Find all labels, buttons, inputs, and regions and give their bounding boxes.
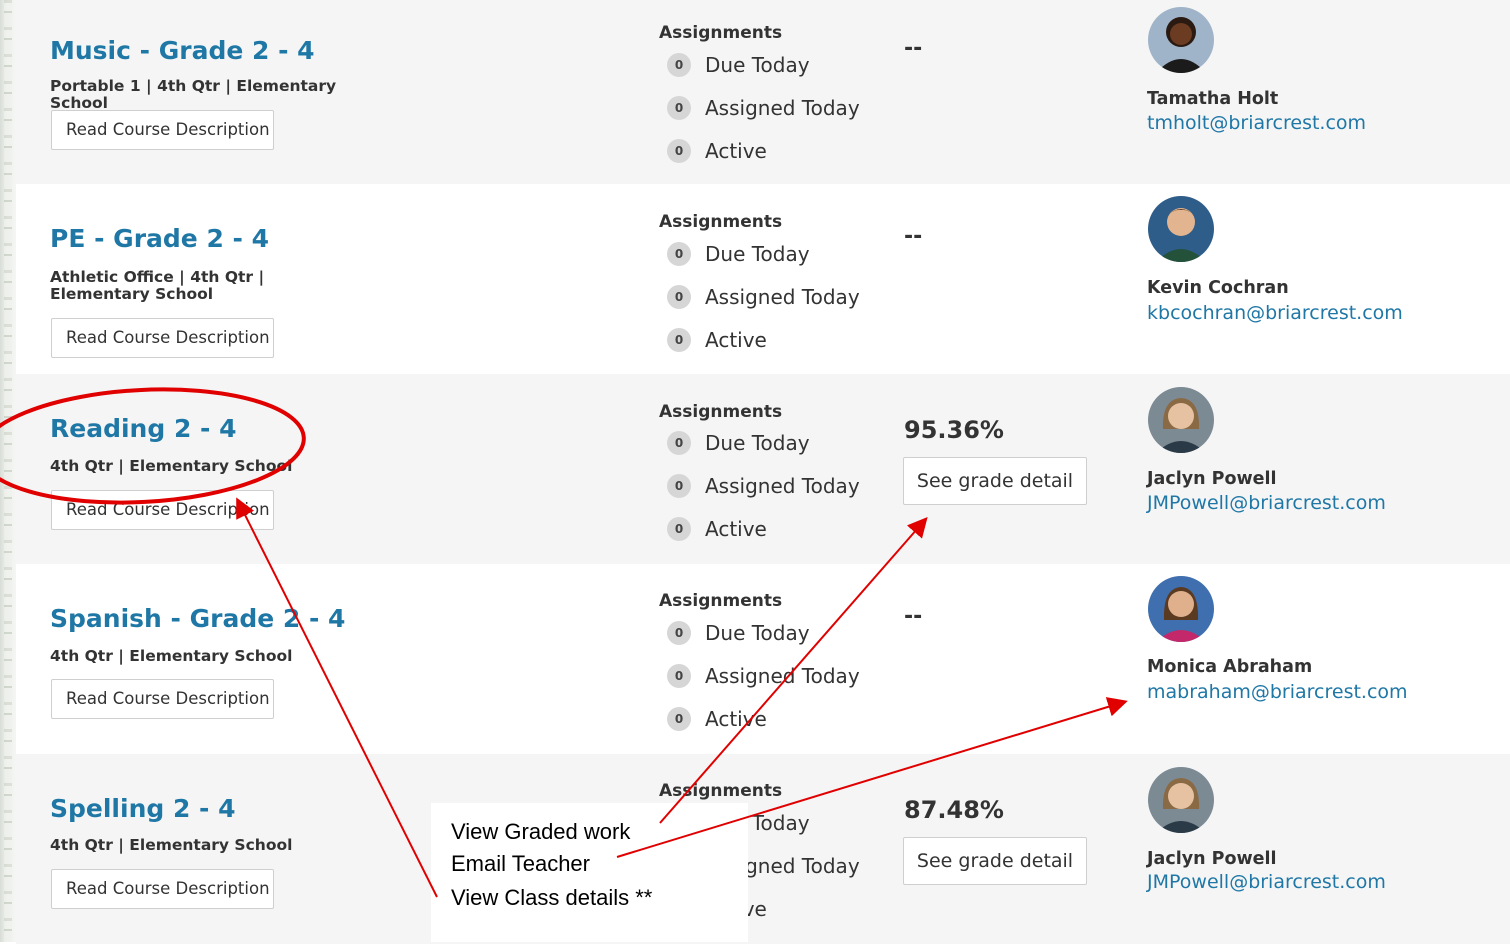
- assignment-label: Assigned Today: [705, 664, 860, 688]
- count-badge: 0: [667, 621, 691, 645]
- teacher-name: Tamatha Holt: [1147, 89, 1279, 109]
- count-badge: 0: [667, 285, 691, 309]
- course-meta: 4th Qtr | Elementary School: [50, 647, 293, 665]
- assignment-label: Active: [705, 139, 767, 163]
- course-row-spelling: Spelling 2 - 4 4th Qtr | Elementary Scho…: [16, 754, 1510, 944]
- assignment-assigned-today[interactable]: 0 Assigned Today: [667, 284, 860, 310]
- teacher-email-link[interactable]: mabraham@briarcrest.com: [1147, 681, 1408, 703]
- count-badge: 0: [667, 431, 691, 455]
- course-title[interactable]: Music - Grade 2 - 4: [50, 36, 315, 65]
- course-row-reading: Reading 2 - 4 4th Qtr | Elementary Schoo…: [16, 374, 1510, 564]
- course-title[interactable]: Spelling 2 - 4: [50, 794, 236, 823]
- assignment-label: Due Today: [705, 242, 810, 266]
- teacher-email-link[interactable]: tmholt@briarcrest.com: [1147, 112, 1366, 134]
- course-title[interactable]: PE - Grade 2 - 4: [50, 224, 269, 253]
- course-meta: Portable 1 | 4th Qtr | Elementary School: [50, 77, 337, 112]
- annotation-line-email-teacher: Email Teacher: [451, 851, 590, 876]
- count-badge: 0: [667, 242, 691, 266]
- assignment-active[interactable]: 0 Active: [667, 327, 767, 353]
- grade-value: --: [904, 224, 923, 249]
- teacher-avatar: [1148, 196, 1214, 262]
- assignment-label: Due Today: [705, 431, 810, 455]
- count-badge: 0: [667, 664, 691, 688]
- grade-value: --: [904, 604, 923, 629]
- read-course-description-button[interactable]: Read Course Description: [51, 679, 274, 719]
- annotation-line-class-details: View Class details **: [451, 885, 653, 910]
- assignments-heading: Assignments: [659, 591, 783, 611]
- assignment-active[interactable]: 0 Active: [667, 138, 767, 164]
- count-badge: 0: [667, 517, 691, 541]
- course-meta: 4th Qtr | Elementary School: [50, 457, 293, 475]
- assignment-label: Assigned Today: [705, 285, 860, 309]
- assignment-due-today[interactable]: 0 Due Today: [667, 620, 810, 646]
- assignment-active[interactable]: 0 Active: [667, 706, 767, 732]
- teacher-name: Monica Abraham: [1147, 657, 1313, 677]
- assignment-label: Due Today: [705, 53, 810, 77]
- teacher-avatar: [1148, 387, 1214, 453]
- assignment-label: Due Today: [705, 621, 810, 645]
- count-badge: 0: [667, 53, 691, 77]
- assignments-heading: Assignments: [659, 23, 783, 43]
- read-course-description-button[interactable]: Read Course Description: [51, 110, 274, 150]
- teacher-email-link[interactable]: JMPowell@briarcrest.com: [1147, 492, 1386, 514]
- assignments-heading: Assignments: [659, 781, 783, 801]
- teacher-avatar: [1148, 576, 1214, 642]
- see-grade-detail-button[interactable]: See grade detail: [903, 837, 1087, 885]
- read-course-description-button[interactable]: Read Course Description: [51, 318, 274, 358]
- teacher-email-link[interactable]: kbcochran@briarcrest.com: [1147, 302, 1403, 324]
- assignment-due-today[interactable]: 0 Due Today: [667, 430, 810, 456]
- assignment-label: Assigned Today: [705, 96, 860, 120]
- course-meta: 4th Qtr | Elementary School: [50, 836, 293, 854]
- course-title[interactable]: Reading 2 - 4: [50, 414, 237, 443]
- course-title[interactable]: Spanish - Grade 2 - 4: [50, 604, 345, 633]
- assignment-assigned-today[interactable]: 0 Assigned Today: [667, 663, 860, 689]
- assignments-heading: Assignments: [659, 402, 783, 422]
- left-edge-background: [0, 0, 16, 942]
- teacher-name: Kevin Cochran: [1147, 278, 1289, 298]
- count-badge: 0: [667, 328, 691, 352]
- teacher-avatar: [1148, 767, 1214, 833]
- assignment-label: Active: [705, 707, 767, 731]
- assignment-label: Active: [705, 517, 767, 541]
- teacher-name: Jaclyn Powell: [1147, 469, 1277, 489]
- annotation-callout: View Graded work Email Teacher View Clas…: [431, 803, 748, 942]
- course-row-pe: PE - Grade 2 - 4 Athletic Office | 4th Q…: [16, 184, 1510, 374]
- teacher-name: Jaclyn Powell: [1147, 849, 1277, 869]
- assignment-assigned-today[interactable]: 0 Assigned Today: [667, 95, 860, 121]
- assignment-label: Active: [705, 328, 767, 352]
- assignment-assigned-today[interactable]: 0 Assigned Today: [667, 473, 860, 499]
- grade-percentage: 87.48%: [904, 796, 1004, 824]
- assignment-active[interactable]: 0 Active: [667, 516, 767, 542]
- count-badge: 0: [667, 96, 691, 120]
- annotation-line-graded-work: View Graded work: [451, 819, 631, 844]
- course-row-music: Music - Grade 2 - 4 Portable 1 | 4th Qtr…: [16, 0, 1510, 184]
- read-course-description-button[interactable]: Read Course Description: [51, 490, 274, 530]
- grade-percentage: 95.36%: [904, 416, 1004, 444]
- grade-value: --: [904, 36, 923, 61]
- teacher-email-link[interactable]: JMPowell@briarcrest.com: [1147, 871, 1386, 893]
- assignments-heading: Assignments: [659, 212, 783, 232]
- assignment-label: Assigned Today: [705, 474, 860, 498]
- assignment-due-today[interactable]: 0 Due Today: [667, 52, 810, 78]
- read-course-description-button[interactable]: Read Course Description: [51, 869, 274, 909]
- count-badge: 0: [667, 474, 691, 498]
- count-badge: 0: [667, 707, 691, 731]
- assignment-due-today[interactable]: 0 Due Today: [667, 241, 810, 267]
- course-row-spanish: Spanish - Grade 2 - 4 4th Qtr | Elementa…: [16, 564, 1510, 754]
- count-badge: 0: [667, 139, 691, 163]
- teacher-avatar: [1148, 7, 1214, 73]
- course-meta: Athletic Office | 4th Qtr | Elementary S…: [50, 268, 265, 303]
- see-grade-detail-button[interactable]: See grade detail: [903, 457, 1087, 505]
